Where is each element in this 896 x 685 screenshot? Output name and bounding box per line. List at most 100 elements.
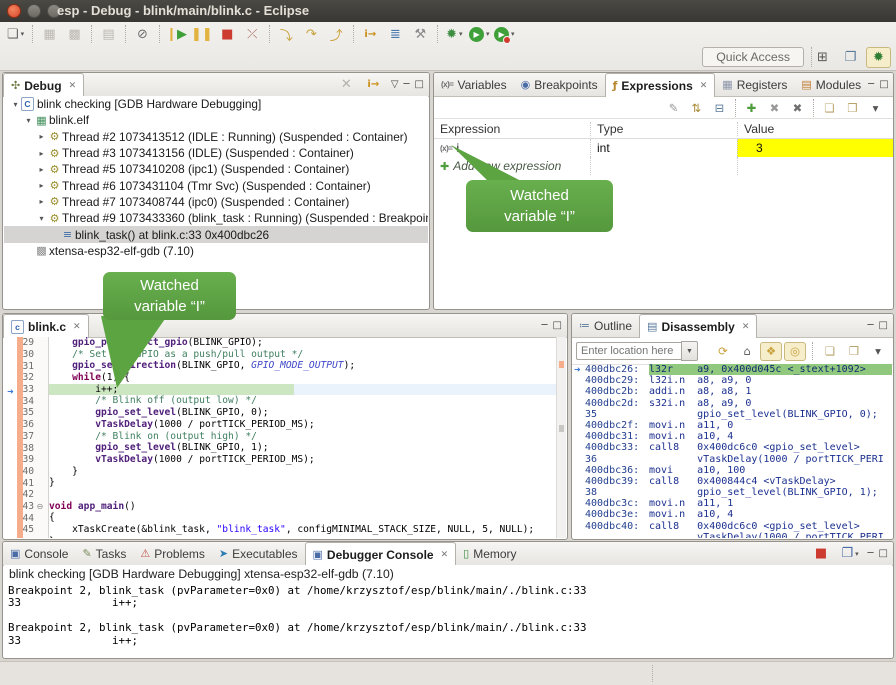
tree-twisty-icon[interactable]: ▸ <box>36 181 47 190</box>
expressions-tab-registers[interactable]: ▦Registers <box>715 73 794 96</box>
tree-twisty-icon[interactable]: ▾ <box>23 116 34 125</box>
step-into-icon[interactable]: ⤵ <box>274 24 299 45</box>
add-expression-icon[interactable]: ✚ <box>740 98 763 117</box>
tree-twisty-icon[interactable]: ▸ <box>36 197 47 206</box>
expressions-tab-expressions[interactable]: ƒExpressions✕ <box>605 73 716 97</box>
minimize-icon[interactable]: ─ <box>868 320 874 331</box>
gutter-row[interactable]: 37 <box>4 431 48 443</box>
debug-tree-item[interactable]: ▾⚙Thread #9 1073433360 (blink_task : Run… <box>4 210 428 226</box>
instruction-stepping-icon[interactable]: i→ <box>358 24 383 45</box>
gutter-row[interactable]: 31 <box>4 360 48 372</box>
view-menu-icon[interactable]: ▽ <box>391 79 399 90</box>
pin-view-icon[interactable]: ❐ <box>843 342 865 361</box>
debug-tree-item[interactable]: ▸⚙Thread #2 1073413512 (IDLE : Running) … <box>4 129 428 145</box>
maximize-icon[interactable]: □ <box>415 79 424 90</box>
gutter-row[interactable]: 42 <box>4 489 48 501</box>
open-console-icon[interactable]: ❐▾ <box>838 543 863 564</box>
editor-tab-blink.c[interactable]: cblink.c✕ <box>3 314 89 338</box>
breakpoint-margin[interactable]: ➜ <box>4 381 17 399</box>
minimize-button[interactable] <box>27 4 41 18</box>
disassembly-tab-outline[interactable]: ≔Outline <box>572 314 639 337</box>
location-dropdown-icon[interactable]: ▼ <box>681 341 698 361</box>
new-view-icon[interactable]: ❏ <box>819 342 841 361</box>
collapse-all-icon[interactable]: ⊟ <box>708 98 731 117</box>
resource-perspective-icon[interactable]: ❐ <box>838 47 863 68</box>
gutter-row[interactable]: 40 <box>4 466 48 478</box>
debug-perspective-icon[interactable]: ✹ <box>866 47 891 68</box>
new-view-icon[interactable]: ❏ <box>818 98 841 117</box>
show-source-icon[interactable]: ◎ <box>784 342 806 361</box>
debug-tree-item[interactable]: ▩xtensa-esp32-elf-gdb (7.10) <box>4 243 428 259</box>
new-wizard-icon[interactable]: ❏▾ <box>3 24 28 45</box>
remove-all-terminated-icon[interactable]: ✕ <box>334 74 359 95</box>
home-icon[interactable]: ⌂ <box>736 342 758 361</box>
show-type-names-icon[interactable]: ✎ <box>662 98 685 117</box>
fold-marker-icon[interactable]: ⊖ <box>34 502 46 511</box>
close-icon[interactable]: ✕ <box>742 321 750 332</box>
minimize-icon[interactable]: ─ <box>404 79 410 90</box>
expressions-tab-breakpoints[interactable]: ◉Breakpoints <box>514 73 605 96</box>
disassembly-content[interactable]: ➜400dbc26:l32r a9, 0x400d045c <_stext+10… <box>573 364 892 538</box>
expressions-tab-variables[interactable]: (x)=Variables <box>434 73 514 96</box>
gutter-row[interactable]: 29 <box>4 337 48 349</box>
trace-control-icon[interactable]: ⚒ <box>408 24 433 45</box>
step-return-icon[interactable]: ⤴ <box>324 24 349 45</box>
debug-sourcelookup-icon[interactable]: ≣ <box>383 24 408 45</box>
tree-twisty-icon[interactable]: ▸ <box>36 165 47 174</box>
instruction-step-toggle-icon[interactable]: i→ <box>361 74 386 95</box>
debug-tree-item[interactable]: ≡blink_task() at blink.c:33 0x400dbc26 <box>4 226 428 242</box>
minimize-icon[interactable]: ─ <box>868 548 874 559</box>
suspend-icon[interactable]: ❚❚ <box>189 24 215 45</box>
console-tab-console[interactable]: ▣Console <box>3 542 75 565</box>
debug-tree-item[interactable]: ▾▦blink.elf <box>4 112 428 128</box>
sync-context-icon[interactable]: ❖ <box>760 342 782 361</box>
debug-tree-item[interactable]: ▸⚙Thread #5 1073410208 (ipc1) (Suspended… <box>4 161 428 177</box>
tree-twisty-icon[interactable]: ▾ <box>36 214 47 223</box>
gutter-row[interactable]: 35 <box>4 407 48 419</box>
disassembly-tab-disassembly[interactable]: ▤Disassembly✕ <box>639 314 757 338</box>
minimize-icon[interactable]: ─ <box>868 79 874 90</box>
quick-access-button[interactable]: Quick Access <box>702 47 804 67</box>
disconnect-icon[interactable]: ⤫ <box>240 24 265 45</box>
remove-all-expressions-icon[interactable]: ✖ <box>786 98 809 117</box>
terminate-icon[interactable]: ■ <box>215 24 240 45</box>
debug-tab-debug[interactable]: ✣Debug✕ <box>3 73 84 97</box>
debug-tree-item[interactable]: ▾Cblink checking [GDB Hardware Debugging… <box>4 96 428 112</box>
open-perspective-icon[interactable]: ⊞ <box>810 47 835 68</box>
view-menu-icon[interactable]: ▾ <box>864 98 887 117</box>
gutter-row[interactable]: 38 <box>4 442 48 454</box>
location-input[interactable] <box>576 342 681 360</box>
pin-view-icon[interactable]: ❐ <box>841 98 864 117</box>
tree-twisty-icon[interactable]: ▾ <box>10 100 21 109</box>
save-all-icon[interactable]: ▩ <box>62 24 87 45</box>
gutter-row[interactable]: ➜33 <box>4 384 48 396</box>
run-launch-icon[interactable]: ▶▾ <box>467 24 492 45</box>
close-icon[interactable]: ✕ <box>73 321 81 332</box>
save-icon[interactable]: ▦ <box>37 24 62 45</box>
close-icon[interactable]: ✕ <box>700 80 708 91</box>
step-over-icon[interactable]: ↷ <box>299 24 324 45</box>
console-output[interactable]: Breakpoint 2, blink_task (pvParameter=0x… <box>4 585 892 657</box>
overview-ruler[interactable] <box>556 337 566 538</box>
remove-expression-icon[interactable]: ✖ <box>763 98 786 117</box>
tree-twisty-icon[interactable]: ▸ <box>36 149 47 158</box>
editor-gutter[interactable]: 29303132➜3334353637383940414243⊖4445 <box>4 337 49 538</box>
gutter-row[interactable]: 41 <box>4 477 48 489</box>
close-icon[interactable]: ✕ <box>441 549 449 560</box>
maximize-icon[interactable]: □ <box>553 320 562 331</box>
show-logical-structures-icon[interactable]: ⇅ <box>685 98 708 117</box>
debug-tree-item[interactable]: ▸⚙Thread #3 1073413156 (IDLE) (Suspended… <box>4 145 428 161</box>
debug-tree-item[interactable]: ▸⚙Thread #7 1073408744 (ipc0) (Suspended… <box>4 194 428 210</box>
maximize-icon[interactable]: □ <box>879 320 888 331</box>
console-tab-executables[interactable]: ➤Executables <box>212 542 305 565</box>
gutter-row[interactable]: 36 <box>4 419 48 431</box>
minimize-icon[interactable]: ─ <box>542 320 548 331</box>
resume-icon[interactable]: ❙▶ <box>164 24 189 45</box>
maximize-icon[interactable]: □ <box>879 548 888 559</box>
build-icon[interactable]: ▤ <box>96 24 121 45</box>
close-button[interactable] <box>7 4 21 18</box>
gutter-row[interactable]: 43⊖ <box>4 501 48 513</box>
tree-twisty-icon[interactable]: ▸ <box>36 132 47 141</box>
terminate-console-icon[interactable]: ■ <box>809 543 834 564</box>
view-menu-icon[interactable]: ▾ <box>867 342 889 361</box>
